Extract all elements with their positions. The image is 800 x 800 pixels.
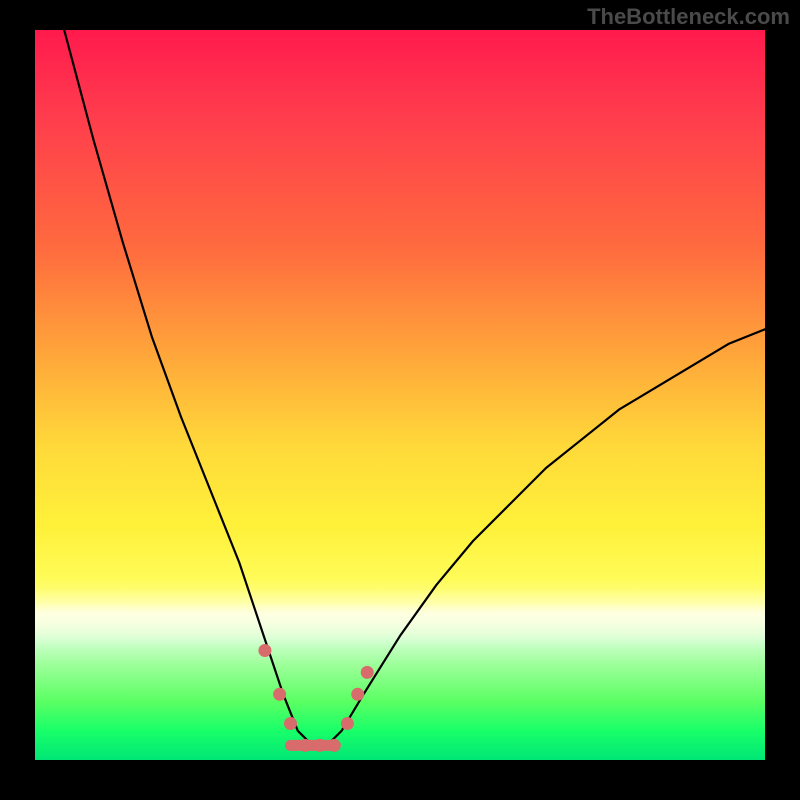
- bottleneck-curve: [64, 30, 765, 745]
- highlight-dot: [258, 644, 271, 657]
- highlight-dot: [328, 739, 341, 752]
- chart-frame: TheBottleneck.com: [0, 0, 800, 800]
- plot-area: [35, 30, 765, 760]
- highlight-dot: [313, 739, 326, 752]
- highlight-dot: [273, 688, 286, 701]
- highlight-dot: [299, 739, 312, 752]
- curve-svg: [35, 30, 765, 760]
- watermark-text: TheBottleneck.com: [587, 4, 790, 30]
- highlight-dots: [258, 644, 373, 752]
- highlight-dot: [341, 717, 354, 730]
- highlight-dot: [361, 666, 374, 679]
- highlight-dot: [351, 688, 364, 701]
- highlight-dot: [284, 717, 297, 730]
